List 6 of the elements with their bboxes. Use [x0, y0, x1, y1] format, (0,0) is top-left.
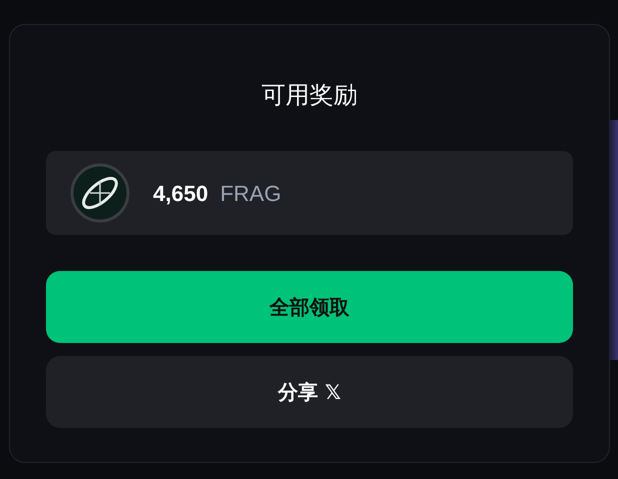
reward-amount: 4,650: [153, 180, 208, 208]
token-symbol: FRAG: [220, 180, 282, 208]
token-logo-icon: [70, 163, 130, 223]
claim-all-button[interactable]: 全部领取: [46, 271, 573, 343]
card-title: 可用奖励: [262, 80, 358, 111]
share-button[interactable]: 分享 𝕏: [46, 356, 573, 428]
